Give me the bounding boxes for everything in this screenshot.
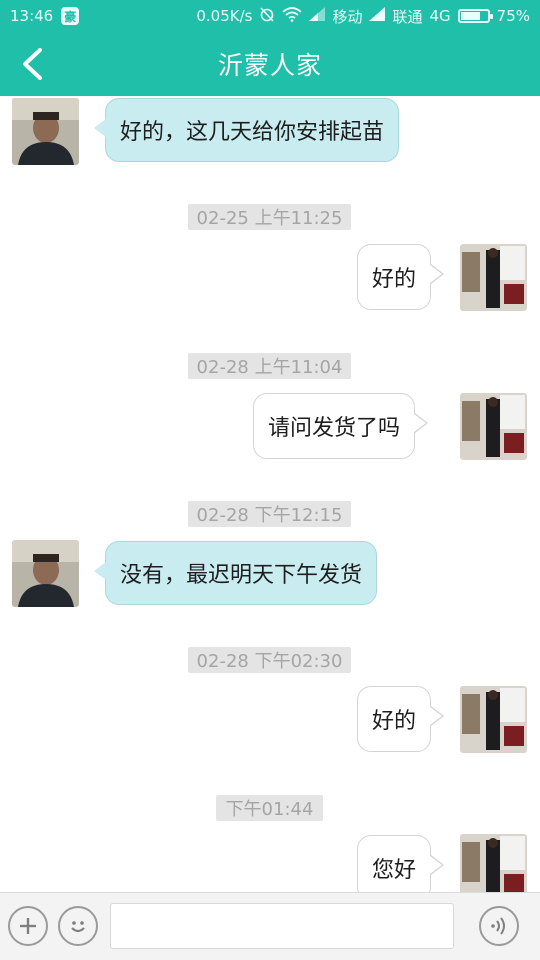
message-timestamp: 02-28 下午02:30	[188, 647, 351, 673]
contact-avatar[interactable]	[12, 98, 79, 165]
back-button[interactable]	[14, 46, 50, 82]
message-bubble-incoming[interactable]: 好的，这几天给你安排起苗	[93, 98, 400, 162]
chat-history[interactable]: 好的，这几天给你安排起苗 02-25 上午11:25 好的 02-28 上午11…	[0, 96, 540, 892]
status-time: 13:46	[10, 7, 54, 25]
user-avatar[interactable]	[460, 244, 527, 311]
add-attachment-button[interactable]	[8, 906, 48, 946]
plus-icon	[20, 918, 36, 934]
user-avatar[interactable]	[460, 393, 527, 460]
message-timestamp: 02-25 上午11:25	[188, 204, 351, 230]
app-badge-icon: 豪	[61, 7, 80, 25]
message-bubble-outgoing[interactable]: 好的	[357, 244, 445, 310]
voice-icon	[491, 917, 505, 935]
message-timestamp: 02-28 下午12:15	[188, 501, 351, 527]
signal-icon	[309, 7, 326, 25]
message-timestamp: 下午01:44	[216, 795, 323, 821]
user-avatar[interactable]	[460, 834, 527, 892]
signal-icon	[369, 7, 386, 25]
user-avatar[interactable]	[460, 686, 527, 753]
voice-button[interactable]	[479, 906, 519, 946]
battery-percent: 75%	[496, 7, 530, 25]
message-input[interactable]	[110, 903, 454, 949]
message-bubble-incoming[interactable]: 没有，最迟明天下午发货	[93, 541, 378, 605]
message-bubble-outgoing[interactable]: 您好	[357, 835, 445, 892]
battery-icon	[457, 9, 493, 23]
status-bar: 13:46 豪 0.05K/s 移动 联通 4G 75%	[0, 0, 540, 32]
network-type: 4G	[429, 7, 451, 25]
title-bar: 沂蒙人家	[0, 32, 540, 96]
emoji-button[interactable]	[58, 906, 98, 946]
emoji-icon	[71, 921, 85, 933]
alarm-off-icon	[259, 6, 275, 26]
page-title: 沂蒙人家	[217, 51, 322, 80]
carrier-2: 联通	[392, 7, 423, 26]
contact-avatar[interactable]	[12, 540, 79, 607]
message-bubble-outgoing[interactable]: 好的	[357, 686, 445, 752]
input-bar	[0, 892, 540, 960]
network-speed: 0.05K/s	[196, 7, 253, 25]
chevron-left-icon	[23, 48, 42, 80]
message-timestamp: 02-28 上午11:04	[188, 353, 351, 379]
message-bubble-outgoing[interactable]: 请问发货了吗	[253, 393, 429, 459]
carrier-1: 移动	[332, 7, 363, 26]
wifi-icon	[282, 6, 303, 26]
